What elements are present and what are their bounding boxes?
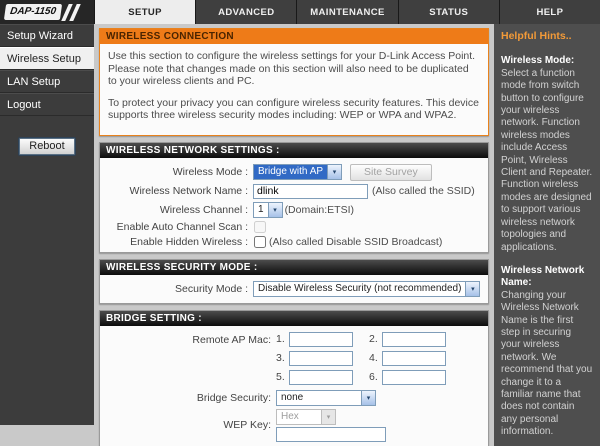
network-name-label: Wireless Network Name : [108, 185, 253, 197]
mac-slot-number: 6. [369, 371, 382, 383]
dap1150-admin-page: DAP-1150 SETUP ADVANCED MAINTENANCE STAT… [0, 0, 600, 446]
tab-status[interactable]: STATUS [398, 0, 499, 24]
connection-paragraph-1: Use this section to configure the wirele… [108, 50, 480, 88]
remote-ap-mac-input-1[interactable] [289, 332, 353, 347]
section-title-wireless-connection: WIRELESS CONNECTION [100, 29, 488, 44]
main-content: WIRELESS CONNECTION Use this section to … [94, 24, 494, 446]
wireless-mode-value: Bridge with AP [254, 165, 327, 179]
mac-slot-number: 3. [276, 352, 289, 364]
section-title-security-mode: WIRELESS SECURITY MODE : [100, 260, 488, 275]
wep-key-input[interactable] [276, 427, 386, 442]
wep-format-value: Hex [277, 410, 321, 424]
remote-ap-mac-input-6[interactable] [382, 370, 446, 385]
remote-ap-mac-input-3[interactable] [289, 351, 353, 366]
security-mode-select[interactable]: Disable Wireless Security (not recommend… [253, 281, 480, 297]
chevron-down-icon: ▾ [321, 410, 335, 424]
connection-paragraph-2: To protect your privacy you can configur… [108, 97, 480, 122]
left-sidebar: Setup Wizard Wireless Setup LAN Setup Lo… [0, 24, 94, 425]
bridge-security-select[interactable]: none ▾ [276, 390, 376, 406]
hint-body-network-name: Changing your Wireless Network Name is t… [501, 290, 593, 439]
section-title-network-settings: WIRELESS NETWORK SETTINGS : [100, 143, 488, 158]
chevron-down-icon: ▾ [361, 391, 375, 405]
chevron-down-icon: ▾ [268, 203, 282, 217]
tab-help[interactable]: HELP [499, 0, 600, 24]
remote-ap-mac-grid: 1. 2. 3. 4. 5. 6. [276, 332, 446, 385]
sidebar-item-logout[interactable]: Logout [0, 93, 94, 116]
bridge-security-label: Bridge Security: [108, 392, 276, 404]
remote-ap-mac-input-2[interactable] [382, 332, 446, 347]
mac-slot-number: 1. [276, 333, 289, 345]
section-wireless-security-mode: WIRELESS SECURITY MODE : Security Mode :… [99, 259, 489, 304]
hint-body-wireless-mode: Select a function mode from switch butto… [501, 68, 593, 254]
site-survey-button: Site Survey [350, 164, 432, 181]
wireless-channel-label: Wireless Channel : [108, 204, 253, 216]
left-sidebar-column: Setup Wizard Wireless Setup LAN Setup Lo… [0, 24, 94, 446]
hint-heading-wireless-mode: Wireless Mode: [501, 55, 593, 67]
wireless-channel-value: 1 [254, 203, 268, 217]
bridge-security-value: none [277, 391, 361, 405]
brand-logo: DAP-1150 [0, 0, 94, 24]
reboot-button[interactable]: Reboot [19, 138, 74, 155]
top-nav-bar: DAP-1150 SETUP ADVANCED MAINTENANCE STAT… [0, 0, 600, 24]
hidden-wireless-checkbox[interactable] [254, 236, 266, 248]
sidebar-item-setup-wizard[interactable]: Setup Wizard [0, 24, 94, 47]
section-wireless-network-settings: WIRELESS NETWORK SETTINGS : Wireless Mod… [99, 142, 489, 253]
sidebar-item-wireless-setup[interactable]: Wireless Setup [0, 47, 94, 70]
nav-tabs: SETUP ADVANCED MAINTENANCE STATUS HELP [94, 0, 600, 24]
mac-slot-number: 2. [369, 333, 382, 345]
chevron-down-icon: ▾ [327, 165, 341, 179]
wireless-mode-select[interactable]: Bridge with AP ▾ [253, 164, 342, 180]
hint-heading-network-name: Wireless Network Name: [501, 265, 593, 290]
helpful-hints-panel: Helpful Hints.. Wireless Mode: Select a … [494, 24, 600, 446]
wireless-channel-select[interactable]: 1 ▾ [253, 202, 283, 218]
remote-ap-mac-input-4[interactable] [382, 351, 446, 366]
brand-logo-text: DAP-1150 [4, 4, 62, 20]
chevron-down-icon: ▾ [465, 282, 479, 296]
wireless-mode-label: Wireless Mode : [108, 166, 253, 178]
mac-slot-number: 5. [276, 371, 289, 383]
section-bridge-setting: BRIDGE SETTING : Remote AP Mac: 1. 2. 3.… [99, 310, 489, 446]
security-mode-value: Disable Wireless Security (not recommend… [254, 282, 465, 296]
section-title-bridge-setting: BRIDGE SETTING : [100, 311, 488, 326]
remote-ap-mac-label: Remote AP Mac: [108, 332, 276, 346]
hidden-wireless-note: (Also called Disable SSID Broadcast) [269, 236, 442, 248]
mac-slot-number: 4. [369, 352, 382, 364]
hints-title: Helpful Hints.. [501, 30, 593, 42]
security-mode-label: Security Mode : [108, 283, 253, 295]
tab-maintenance[interactable]: MAINTENANCE [296, 0, 397, 24]
hidden-wireless-label: Enable Hidden Wireless : [108, 236, 253, 248]
remote-ap-mac-input-5[interactable] [289, 370, 353, 385]
wep-key-label: WEP Key: [108, 419, 276, 431]
ssid-note: (Also called the SSID) [372, 185, 475, 197]
auto-channel-scan-checkbox [254, 221, 266, 233]
auto-channel-scan-label: Enable Auto Channel Scan : [108, 221, 253, 233]
tab-advanced[interactable]: ADVANCED [195, 0, 296, 24]
sidebar-item-lan-setup[interactable]: LAN Setup [0, 70, 94, 93]
section-wireless-connection: WIRELESS CONNECTION Use this section to … [99, 28, 489, 136]
tab-setup[interactable]: SETUP [94, 0, 195, 24]
domain-note: (Domain:ETSI) [285, 204, 354, 216]
wep-format-select: Hex ▾ [276, 409, 336, 425]
network-name-input[interactable] [253, 184, 368, 199]
